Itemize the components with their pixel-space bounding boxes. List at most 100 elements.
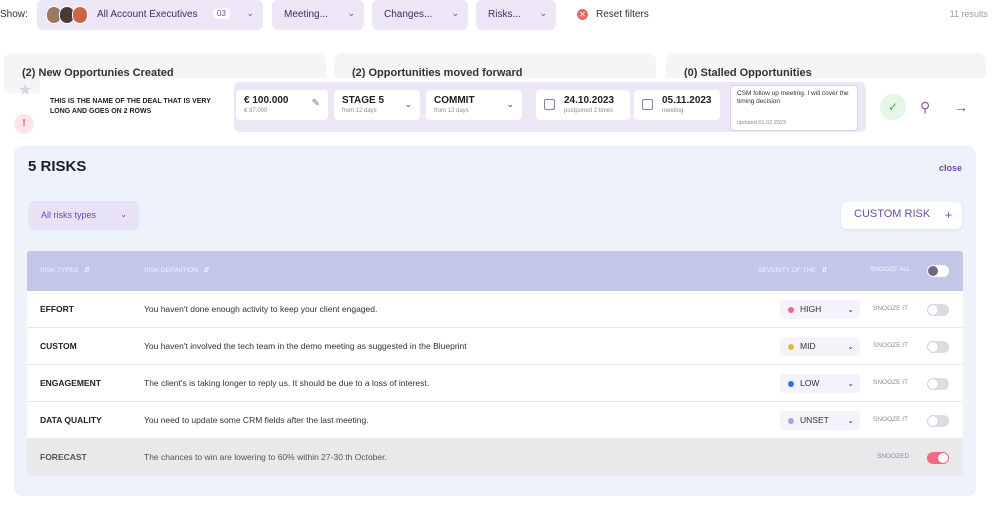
filter-bar: Show: All Account Executives 03 ⌄ Meetin… <box>0 0 1000 30</box>
risk-types-filter-label: All risks types <box>41 210 97 220</box>
header-severity-label: SEVERITY OF THE <box>758 267 816 274</box>
snooze-toggle[interactable] <box>927 341 949 353</box>
severity-select[interactable]: HIGH ⌄ <box>780 300 860 319</box>
snooze-label: SNOOZED <box>877 453 910 460</box>
arrow-right-icon[interactable]: → <box>954 98 968 116</box>
snooze-toggle[interactable] <box>927 452 949 464</box>
close-circle-icon: ✕ <box>577 9 588 20</box>
severity-select[interactable]: LOW ⌄ <box>780 374 860 393</box>
close-link[interactable]: close <box>939 163 962 173</box>
severity-value: MID <box>800 341 816 351</box>
header-risk-types-label: RISK TYPES <box>40 267 79 274</box>
snooze-toggle[interactable] <box>927 378 949 390</box>
close-date-field[interactable]: 24.10.2023 postponed 2 times <box>536 90 630 120</box>
header-snooze-all: SNOOZE ALL <box>870 266 911 273</box>
chevron-down-icon: ⌄ <box>847 416 854 425</box>
snooze-label: SNOOZE IT <box>873 305 909 312</box>
severity-select[interactable]: MID ⌄ <box>780 337 860 356</box>
risks-panel: 5 RISKS close All risks types ⌄ CUSTOM R… <box>14 146 976 496</box>
stage-sub: from 12 days <box>342 108 377 114</box>
severity-value: LOW <box>800 378 820 388</box>
note-updated: updated 01.02.2023 <box>737 120 786 126</box>
meeting-date-value: 05.11.2023 <box>662 95 712 106</box>
forecast-select[interactable]: COMMIT from 12 days ⌄ <box>426 90 522 120</box>
table-header: RISK TYPES ⇵ RISK DEFINITION ⇵ SEVERITY OF… <box>27 251 963 291</box>
deal-fields: € 100.000 € 37.000 ✎ STAGE 5 from 12 day… <box>234 82 866 132</box>
risk-definition: You need to update some CRM fields after… <box>144 415 369 425</box>
risk-type: CUSTOM <box>40 341 77 351</box>
account-executives-label: All Account Executives <box>97 9 198 20</box>
note-card[interactable]: CSM follow up meeting. I will cover the … <box>730 85 858 131</box>
lightbulb-icon[interactable]: ⚲ <box>920 98 930 116</box>
reset-filters-button[interactable]: ✕ Reset filters <box>577 9 649 20</box>
stage-value: STAGE 5 <box>342 95 385 106</box>
chevron-down-icon: ⌄ <box>847 342 854 351</box>
toggle-knob <box>928 416 938 426</box>
risk-type: DATA QUALITY <box>40 415 102 425</box>
snooze-all-toggle[interactable] <box>927 265 949 277</box>
custom-risk-button[interactable]: CUSTOM RISK + <box>841 202 962 229</box>
chevron-down-icon: ⌄ <box>246 8 254 18</box>
check-icon[interactable]: ✓ <box>880 94 906 120</box>
avatar-group <box>46 6 90 24</box>
snooze-toggle[interactable] <box>927 304 949 316</box>
risk-type: ENGAGEMENT <box>40 378 101 388</box>
header-risk-definition[interactable]: RISK DEFINITION ⇵ <box>144 266 210 274</box>
account-executives-filter[interactable]: All Account Executives 03 ⌄ <box>37 0 263 30</box>
deal-row: THIS IS THE NAME OF THE DEAL THAT IS VER… <box>40 78 986 132</box>
amount-sub: € 37.000 <box>244 108 268 114</box>
snooze-label: SNOOZE IT <box>873 342 909 349</box>
risk-definition: The client's is taking longer to reply u… <box>144 378 430 388</box>
severity-dot <box>788 418 794 424</box>
calendar-icon <box>544 99 555 110</box>
deal-title[interactable]: THIS IS THE NAME OF THE DEAL THAT IS VER… <box>50 97 230 117</box>
meeting-date-field[interactable]: 05.11.2023 meeting <box>634 90 720 120</box>
plus-icon: + <box>944 208 952 222</box>
chevron-down-icon: ⌄ <box>347 8 355 18</box>
risks-filter[interactable]: Risks... ⌄ <box>476 0 556 30</box>
pencil-icon[interactable]: ✎ <box>312 98 320 109</box>
snooze-toggle[interactable] <box>927 415 949 427</box>
meeting-filter[interactable]: Meeting... ⌄ <box>272 0 364 30</box>
header-severity[interactable]: SEVERITY OF THE ⇵ <box>758 266 827 274</box>
amount-field[interactable]: € 100.000 € 37.000 ✎ <box>236 90 328 120</box>
snooze-label: SNOOZE IT <box>873 379 909 386</box>
risk-type: EFFORT <box>40 304 74 314</box>
count-badge: 03 <box>213 8 230 19</box>
changes-filter-label: Changes... <box>384 9 433 20</box>
chevron-down-icon: ⌄ <box>120 210 127 219</box>
header-risk-definition-label: RISK DEFINITION <box>144 267 198 274</box>
risk-definition: You haven't involved the tech team in th… <box>144 341 467 351</box>
table-row: EFFORT You haven't done enough activity … <box>27 291 963 328</box>
header-risk-types[interactable]: RISK TYPES ⇵ <box>40 266 90 274</box>
show-label: Show: <box>0 9 28 20</box>
severity-dot <box>788 344 794 350</box>
close-date-value: 24.10.2023 <box>564 95 615 106</box>
chevron-down-icon: ⌄ <box>847 379 854 388</box>
changes-filter[interactable]: Changes... ⌄ <box>372 0 468 30</box>
chevron-down-icon: ⌄ <box>847 305 854 314</box>
toggle-knob <box>928 379 938 389</box>
risk-definition: The chances to win are lowering to 60% w… <box>144 452 387 462</box>
toggle-knob <box>928 342 938 352</box>
warning-icon: ! <box>14 114 34 134</box>
table-row: FORECAST The chances to win are lowering… <box>27 439 963 476</box>
toggle-knob <box>928 266 938 276</box>
severity-select[interactable]: UNSET ⌄ <box>780 411 860 430</box>
results-count: 11 results <box>949 9 988 19</box>
severity-value: UNSET <box>800 415 829 425</box>
reset-filters-label: Reset filters <box>596 9 649 20</box>
chevron-down-icon: ⌄ <box>506 99 514 109</box>
star-icon[interactable]: ★ <box>16 82 34 100</box>
meeting-date-sub: meeting <box>662 108 684 114</box>
risks-filter-label: Risks... <box>488 9 521 20</box>
chevron-down-icon: ⌄ <box>451 8 459 18</box>
forecast-sub: from 12 days <box>434 108 469 114</box>
table-row: ENGAGEMENT The client's is taking longer… <box>27 365 963 402</box>
risk-types-filter[interactable]: All risks types ⌄ <box>28 201 139 230</box>
custom-risk-label: CUSTOM RISK <box>854 208 931 220</box>
risks-table: RISK TYPES ⇵ RISK DEFINITION ⇵ SEVERITY OF… <box>27 251 963 476</box>
avatar <box>72 6 88 24</box>
stage-select[interactable]: STAGE 5 from 12 days ⌄ <box>334 90 420 120</box>
toggle-knob <box>938 453 948 463</box>
